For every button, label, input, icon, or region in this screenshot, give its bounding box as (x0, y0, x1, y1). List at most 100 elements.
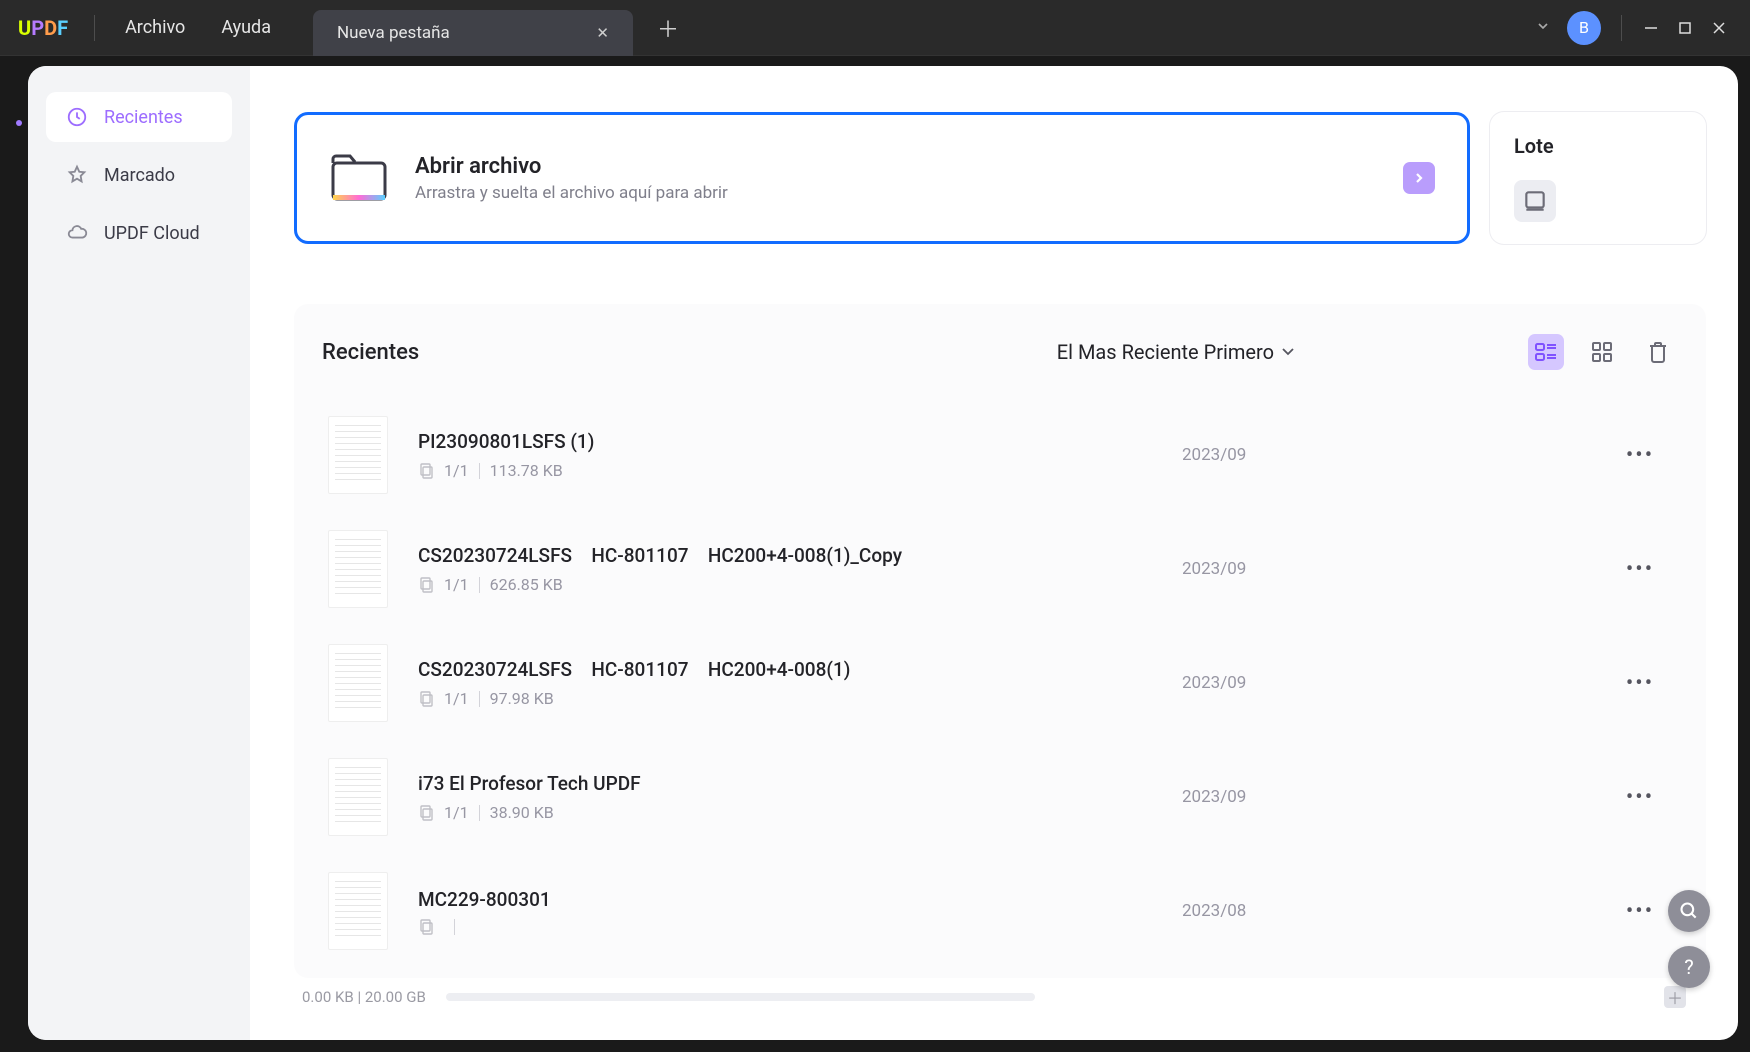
batch-card[interactable]: Lote (1490, 112, 1706, 244)
titlebar: UPDF Archivo Ayuda Nueva pestaña ✕ ＋ B (0, 0, 1750, 56)
menu-file[interactable]: Archivo (107, 17, 203, 38)
separator (479, 805, 480, 821)
dropdown-icon[interactable] (1527, 18, 1559, 38)
open-file-subtitle: Arrastra y suelta el archivo aquí para a… (415, 183, 1377, 203)
chevron-down-icon (1282, 348, 1294, 356)
file-name: CS20230724LSFS HC-801107 HC200+4-008(1) (418, 658, 1182, 681)
file-date: 2023/08 (1182, 901, 1312, 921)
minimize-icon[interactable] (1634, 11, 1668, 45)
open-file-card[interactable]: Abrir archivo Arrastra y suelta el archi… (294, 112, 1470, 244)
file-date: 2023/09 (1182, 673, 1312, 693)
statusbar: 0.00 KB | 20.00 GB ＋ (294, 978, 1706, 1020)
file-size: 97.98 KB (490, 689, 554, 708)
app-frame: Recientes Marcado UPDF Cloud (28, 66, 1738, 1040)
tab-new[interactable]: Nueva pestaña ✕ (313, 10, 633, 56)
menu-help[interactable]: Ayuda (203, 17, 289, 38)
file-row[interactable]: PI23090801LSFS (1) 1/1 113.78 KB 2023/09… (322, 398, 1676, 512)
file-row[interactable]: i73 El Profesor Tech UPDF 1/1 38.90 KB 2… (322, 740, 1676, 854)
trash-icon[interactable] (1640, 334, 1676, 370)
sidebar-item-label: Recientes (104, 107, 183, 128)
open-file-texts: Abrir archivo Arrastra y suelta el archi… (415, 154, 1377, 203)
storage-text: 0.00 KB | 20.00 GB (302, 988, 426, 1006)
workspace: Recientes Marcado UPDF Cloud (0, 56, 1750, 1052)
separator (454, 919, 455, 935)
batch-title: Lote (1514, 134, 1682, 158)
file-name: CS20230724LSFS HC-801107 HC200+4-008(1)_… (418, 544, 1182, 567)
user-avatar[interactable]: B (1567, 11, 1601, 45)
list-view-icon[interactable] (1528, 334, 1564, 370)
file-size: 38.90 KB (490, 803, 554, 822)
cloud-icon (64, 220, 90, 246)
add-storage-button[interactable]: ＋ (1664, 986, 1686, 1008)
file-name: MC229-800301 (418, 888, 1182, 911)
app-logo: UPDF (18, 16, 68, 40)
separator (479, 691, 480, 707)
sidebar-item-label: Marcado (104, 165, 175, 186)
sidebar-item-recent[interactable]: Recientes (46, 92, 232, 142)
more-icon[interactable]: ••• (1612, 557, 1668, 582)
file-info: CS20230724LSFS HC-801107 HC200+4-008(1) … (418, 658, 1182, 708)
file-date: 2023/09 (1182, 787, 1312, 807)
file-thumbnail (328, 644, 388, 722)
pages-icon (418, 919, 434, 935)
file-pages: 1/1 (444, 689, 469, 708)
more-icon[interactable]: ••• (1612, 785, 1668, 810)
separator (1621, 15, 1622, 41)
file-size: 113.78 KB (490, 461, 563, 480)
tab-close-icon[interactable]: ✕ (596, 24, 609, 42)
side-indicator (16, 120, 22, 126)
recents-panel: Recientes El Mas Reciente Primero (294, 304, 1706, 978)
file-info: i73 El Profesor Tech UPDF 1/1 38.90 KB (418, 772, 1182, 822)
file-meta: 1/1 38.90 KB (418, 803, 1182, 822)
sidebar-item-label: UPDF Cloud (104, 223, 200, 244)
file-pages: 1/1 (444, 803, 469, 822)
sidebar-item-starred[interactable]: Marcado (46, 150, 232, 200)
file-meta: 1/1 626.85 KB (418, 575, 1182, 594)
pages-icon (418, 691, 434, 707)
file-info: MC229-800301 (418, 888, 1182, 935)
clock-icon (64, 104, 90, 130)
file-thumbnail (328, 758, 388, 836)
grid-view-icon[interactable] (1584, 334, 1620, 370)
file-thumbnail (328, 872, 388, 950)
file-meta (418, 919, 1182, 935)
separator (479, 463, 480, 479)
file-date: 2023/09 (1182, 445, 1312, 465)
file-pages: 1/1 (444, 575, 469, 594)
sidebar: Recientes Marcado UPDF Cloud (28, 66, 250, 1040)
file-size: 626.85 KB (490, 575, 563, 594)
close-icon[interactable] (1702, 11, 1736, 45)
file-meta: 1/1 97.98 KB (418, 689, 1182, 708)
search-button[interactable] (1668, 890, 1710, 932)
file-row[interactable]: CS20230724LSFS HC-801107 HC200+4-008(1) … (322, 626, 1676, 740)
sort-dropdown[interactable]: El Mas Reciente Primero (1057, 340, 1294, 364)
sort-label: El Mas Reciente Primero (1057, 340, 1274, 364)
more-icon[interactable]: ••• (1612, 443, 1668, 468)
open-file-title: Abrir archivo (415, 154, 1377, 179)
main-content: Abrir archivo Arrastra y suelta el archi… (250, 66, 1738, 1040)
open-file-arrow-icon[interactable] (1403, 162, 1435, 194)
folder-icon (329, 151, 389, 205)
file-thumbnail (328, 530, 388, 608)
file-list: PI23090801LSFS (1) 1/1 113.78 KB 2023/09… (322, 398, 1676, 968)
file-pages: 1/1 (444, 461, 469, 480)
tab-label: Nueva pestaña (337, 23, 450, 43)
file-date: 2023/09 (1182, 559, 1312, 579)
star-icon (64, 162, 90, 188)
help-button[interactable]: ? (1668, 946, 1710, 988)
file-meta: 1/1 113.78 KB (418, 461, 1182, 480)
scanner-icon (1514, 180, 1556, 222)
sidebar-item-cloud[interactable]: UPDF Cloud (46, 208, 232, 258)
new-tab-button[interactable]: ＋ (657, 12, 679, 44)
more-icon[interactable]: ••• (1612, 671, 1668, 696)
file-row[interactable]: MC229-800301 2023/08 ••• (322, 854, 1676, 968)
separator (94, 15, 95, 41)
file-thumbnail (328, 416, 388, 494)
maximize-icon[interactable] (1668, 11, 1702, 45)
pages-icon (418, 805, 434, 821)
recents-title: Recientes (322, 340, 419, 365)
file-row[interactable]: CS20230724LSFS HC-801107 HC200+4-008(1)_… (322, 512, 1676, 626)
file-name: i73 El Profesor Tech UPDF (418, 772, 1182, 795)
separator (479, 577, 480, 593)
more-icon[interactable]: ••• (1612, 899, 1668, 924)
